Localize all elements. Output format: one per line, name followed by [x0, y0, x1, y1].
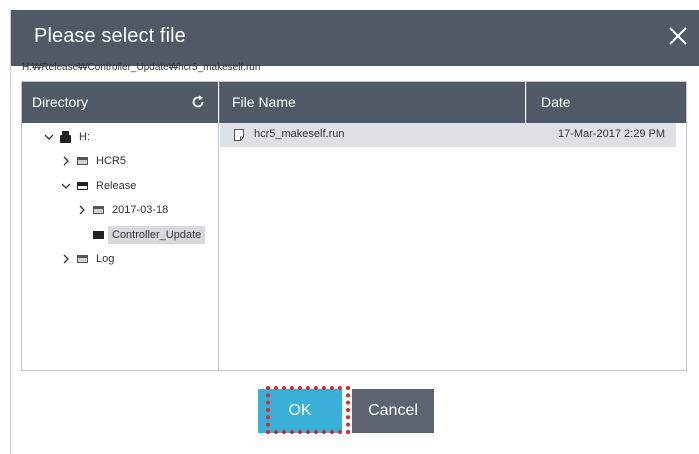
directory-tree: H: HCR5 Release 2017-03-18 Controller_Up…: [22, 123, 219, 370]
tree-node-drive-h[interactable]: H:: [44, 126, 90, 148]
tree-node-controller-update[interactable]: Controller_Update: [93, 224, 206, 246]
chevron-right-icon[interactable]: [61, 254, 71, 264]
drive-icon: [60, 131, 71, 143]
tree-node-label: Release: [96, 180, 137, 192]
tree-node-2017-03-18[interactable]: 2017-03-18: [77, 199, 168, 221]
dialog-title: Please select file: [34, 25, 186, 47]
tree-node-label: HCR5: [96, 155, 126, 167]
column-header-file-name[interactable]: File Name: [219, 82, 525, 123]
folder-open-icon: [77, 182, 88, 190]
tree-node-release[interactable]: Release: [61, 175, 136, 197]
file-list: hcr5_makeself.run 17-Mar-2017 2:29 PM: [220, 123, 686, 370]
file-date: 17-Mar-2017 2:29 PM: [558, 128, 665, 140]
chevron-down-icon[interactable]: [61, 181, 71, 191]
tree-node-hcr5[interactable]: HCR5: [61, 150, 126, 172]
folder-icon: [77, 255, 88, 263]
tree-node-label: Controller_Update: [108, 226, 206, 244]
file-name: hcr5_makeself.run: [254, 128, 345, 140]
cancel-button[interactable]: Cancel: [352, 389, 434, 433]
folder-icon: [93, 206, 104, 214]
file-browser-panel: Directory File Name Date H: HCR5 Release: [21, 81, 687, 371]
refresh-icon[interactable]: [190, 94, 206, 110]
column-header-date[interactable]: Date: [526, 82, 686, 123]
dialog-titlebar: Please select file: [11, 10, 699, 66]
directory-header: Directory: [22, 82, 218, 123]
folder-icon: [93, 231, 104, 239]
selected-file-path: H:₩Release₩Controller_Update₩hcr5_makese…: [22, 62, 261, 73]
chevron-right-icon[interactable]: [77, 205, 87, 215]
chevron-down-icon[interactable]: [44, 132, 54, 142]
close-icon[interactable]: [664, 22, 692, 50]
folder-icon: [77, 157, 88, 165]
tree-node-log[interactable]: Log: [61, 248, 114, 270]
chevron-right-icon[interactable]: [61, 156, 71, 166]
directory-header-label: Directory: [32, 94, 89, 110]
tree-node-label: 2017-03-18: [112, 204, 169, 216]
tree-node-label: Log: [96, 253, 115, 265]
file-icon: [234, 129, 244, 141]
tree-node-label: H:: [79, 131, 90, 143]
ok-button[interactable]: OK: [258, 389, 342, 433]
file-row[interactable]: hcr5_makeself.run 17-Mar-2017 2:29 PM: [220, 123, 676, 147]
